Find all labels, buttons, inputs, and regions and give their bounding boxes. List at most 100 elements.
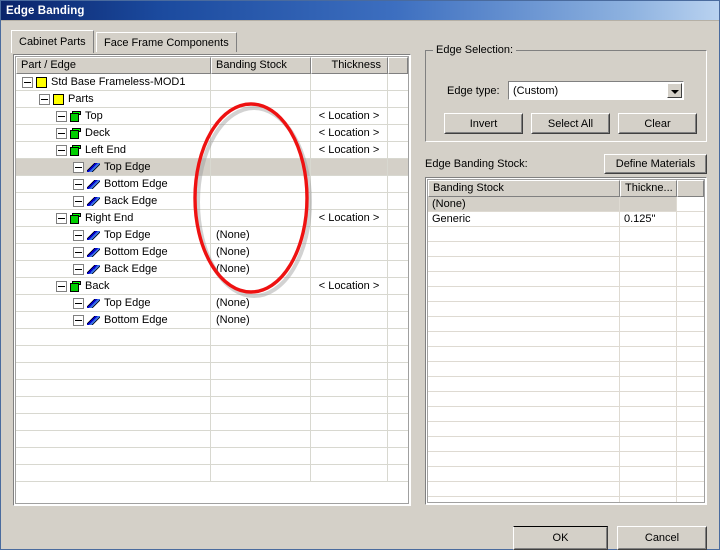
column-header-thickness[interactable]: Thickness <box>311 57 388 74</box>
parts-grid[interactable]: Part / Edge Banding Stock Thickness Std … <box>15 56 409 504</box>
list-item-empty[interactable] <box>428 302 704 317</box>
ok-button[interactable]: OK <box>513 526 608 550</box>
cell-part-edge[interactable]: Left End <box>16 142 211 158</box>
cell-banding-stock[interactable] <box>211 74 311 90</box>
table-row-empty[interactable] <box>16 363 408 380</box>
table-row-empty[interactable] <box>16 346 408 363</box>
table-row[interactable]: Back < Location > <box>16 278 408 295</box>
cell-banding-stock[interactable] <box>211 176 311 192</box>
list-item-empty[interactable] <box>428 317 704 332</box>
stock-column-header-spacer[interactable] <box>677 180 704 197</box>
cell-banding-stock[interactable] <box>211 210 311 226</box>
cell-part-edge[interactable]: Parts <box>16 91 211 107</box>
tree-expander-minus-icon[interactable] <box>73 314 84 326</box>
tree-expander-minus-icon[interactable] <box>56 127 67 139</box>
cell-banding-stock[interactable]: (None) <box>211 244 311 260</box>
list-item-empty[interactable] <box>428 242 704 257</box>
column-header-part-edge[interactable]: Part / Edge <box>16 57 211 74</box>
cell-banding-stock[interactable]: (None) <box>211 261 311 277</box>
table-row[interactable]: Top Edge (None) <box>16 227 408 244</box>
table-row[interactable]: Back Edge (None) <box>16 261 408 278</box>
list-item-empty[interactable] <box>428 227 704 242</box>
cell-thickness[interactable] <box>311 193 388 209</box>
define-materials-button[interactable]: Define Materials <box>604 154 707 174</box>
tree-expander-minus-icon[interactable] <box>73 246 84 258</box>
list-item-empty[interactable] <box>428 497 704 502</box>
cell-thickness[interactable] <box>311 91 388 107</box>
cell-banding-stock[interactable] <box>211 91 311 107</box>
cell-part-edge[interactable]: Back Edge <box>16 261 211 277</box>
cell-thickness[interactable] <box>311 244 388 260</box>
table-row[interactable]: Top Edge <box>16 159 408 176</box>
invert-button[interactable]: Invert <box>444 113 523 134</box>
cell-banding-stock[interactable]: (None) <box>211 227 311 243</box>
cell-thickness[interactable] <box>311 227 388 243</box>
table-row[interactable]: Right End < Location > <box>16 210 408 227</box>
cell-banding-stock[interactable] <box>211 278 311 294</box>
tree-expander-minus-icon[interactable] <box>56 280 67 292</box>
cell-part-edge[interactable]: Bottom Edge <box>16 176 211 192</box>
table-row[interactable]: Left End < Location > <box>16 142 408 159</box>
cell-banding-stock[interactable] <box>211 142 311 158</box>
tree-expander-minus-icon[interactable] <box>73 195 84 207</box>
cell-part-edge[interactable]: Bottom Edge <box>16 312 211 328</box>
cell-thickness[interactable] <box>311 295 388 311</box>
list-item-empty[interactable] <box>428 362 704 377</box>
cell-part-edge[interactable]: Top Edge <box>16 159 211 175</box>
tree-expander-minus-icon[interactable] <box>73 229 84 241</box>
cell-thickness[interactable]: < Location > <box>311 278 388 294</box>
edge-type-combobox[interactable]: (Custom) <box>508 81 684 100</box>
list-item-empty[interactable] <box>428 467 704 482</box>
cell-banding-stock[interactable] <box>211 125 311 141</box>
list-item-empty[interactable] <box>428 422 704 437</box>
cell-part-edge[interactable]: Deck <box>16 125 211 141</box>
cell-banding-stock[interactable]: (None) <box>211 312 311 328</box>
tree-expander-minus-icon[interactable] <box>73 297 84 309</box>
chevron-down-icon[interactable] <box>667 83 682 98</box>
table-row-empty[interactable] <box>16 448 408 465</box>
tree-expander-minus-icon[interactable] <box>56 144 67 156</box>
cell-banding-stock[interactable] <box>211 108 311 124</box>
cell-part-edge[interactable]: Top <box>16 108 211 124</box>
stock-cell-name[interactable]: (None) <box>428 197 620 211</box>
table-row-empty[interactable] <box>16 414 408 431</box>
select-all-button[interactable]: Select All <box>531 113 610 134</box>
list-item-empty[interactable] <box>428 407 704 422</box>
table-row[interactable]: Top Edge (None) <box>16 295 408 312</box>
cell-thickness[interactable]: < Location > <box>311 125 388 141</box>
table-row[interactable]: Top < Location > <box>16 108 408 125</box>
table-row[interactable]: Back Edge <box>16 193 408 210</box>
cancel-button[interactable]: Cancel <box>617 526 707 550</box>
tab-face-frame-components[interactable]: Face Frame Components <box>96 32 237 52</box>
table-row[interactable]: Parts <box>16 91 408 108</box>
cell-thickness[interactable] <box>311 261 388 277</box>
cell-thickness[interactable] <box>311 176 388 192</box>
tree-expander-minus-icon[interactable] <box>22 76 33 88</box>
cell-thickness[interactable] <box>311 312 388 328</box>
cell-thickness[interactable] <box>311 159 388 175</box>
list-item-empty[interactable] <box>428 272 704 287</box>
cell-thickness[interactable]: < Location > <box>311 142 388 158</box>
tab-cabinet-parts[interactable]: Cabinet Parts <box>11 30 94 53</box>
cell-thickness[interactable]: < Location > <box>311 108 388 124</box>
table-row-empty[interactable] <box>16 329 408 346</box>
cell-part-edge[interactable]: Top Edge <box>16 227 211 243</box>
cell-part-edge[interactable]: Top Edge <box>16 295 211 311</box>
cell-thickness[interactable]: < Location > <box>311 210 388 226</box>
tree-expander-minus-icon[interactable] <box>73 263 84 275</box>
cell-banding-stock[interactable]: (None) <box>211 295 311 311</box>
cell-part-edge[interactable]: Bottom Edge <box>16 244 211 260</box>
list-item[interactable]: (None) <box>428 197 704 212</box>
cell-part-edge[interactable]: Std Base Frameless-MOD1 <box>16 74 211 90</box>
list-item-empty[interactable] <box>428 452 704 467</box>
tree-expander-minus-icon[interactable] <box>73 161 84 173</box>
table-row-empty[interactable] <box>16 397 408 414</box>
stock-cell-thickness[interactable] <box>620 197 677 211</box>
cell-part-edge[interactable]: Back Edge <box>16 193 211 209</box>
stock-column-header-thickness[interactable]: Thickne... <box>620 180 677 197</box>
list-item-empty[interactable] <box>428 482 704 497</box>
table-row[interactable]: Bottom Edge (None) <box>16 312 408 329</box>
table-row-empty[interactable] <box>16 465 408 482</box>
list-item-empty[interactable] <box>428 437 704 452</box>
edge-banding-stock-list[interactable]: Banding Stock Thickne... (None) Generic 0.… <box>427 179 705 503</box>
